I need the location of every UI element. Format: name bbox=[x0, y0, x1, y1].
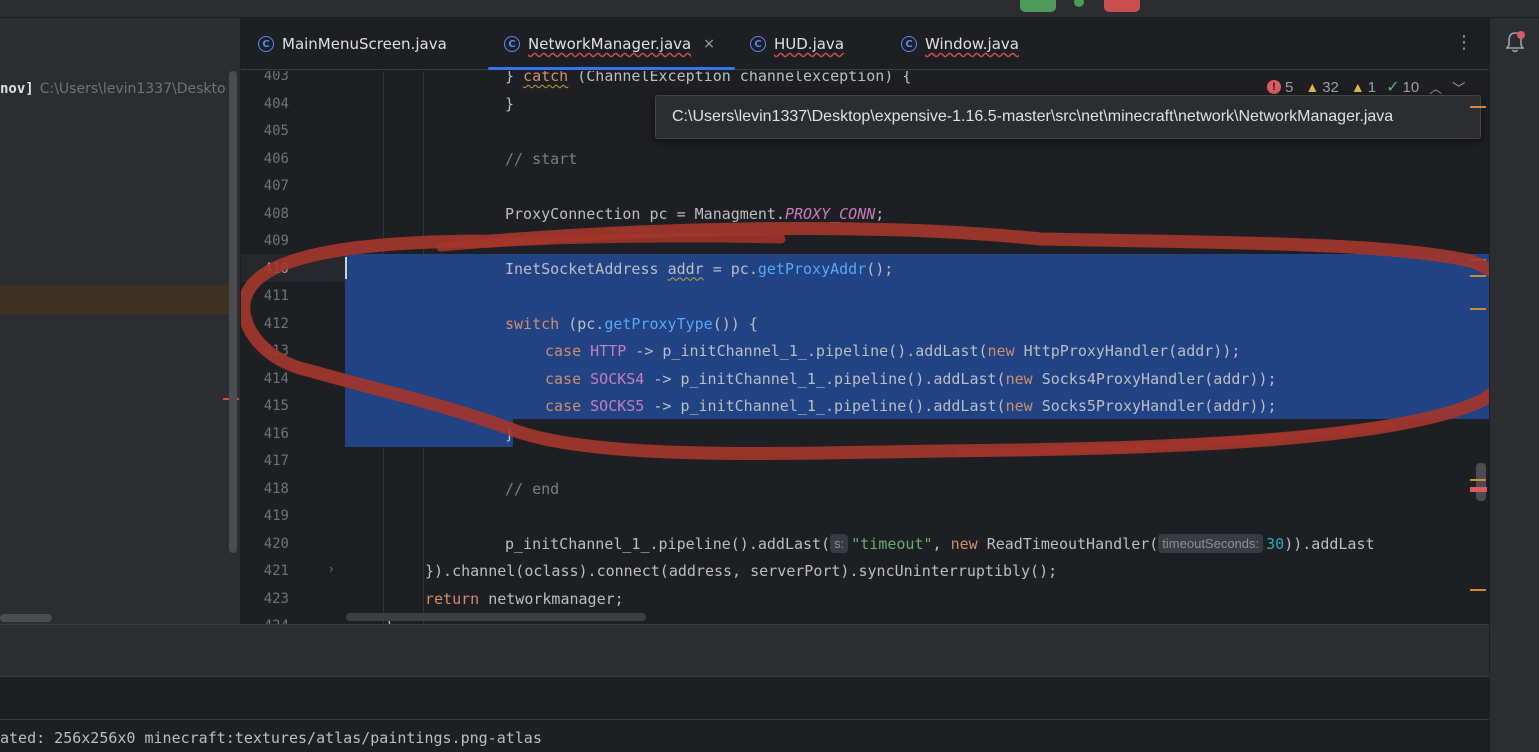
editor-tab-bar: C MainMenuScreen.java C NetworkManager.j… bbox=[241, 18, 1489, 70]
line-number: 420 bbox=[263, 535, 289, 552]
stripe-warning-mark[interactable] bbox=[1470, 308, 1486, 310]
status-dot-icon bbox=[1074, 0, 1084, 7]
code-line-423: return networkmanager; bbox=[425, 589, 624, 608]
code-line-406: // start bbox=[505, 149, 578, 168]
code-line-412: switch (pc.getProxyType()) { bbox=[505, 314, 758, 333]
editor-scrollbar-thumb[interactable] bbox=[1476, 463, 1486, 501]
active-tab-indicator bbox=[488, 67, 735, 70]
project-path: C:\Users\levin1337\Deskto bbox=[39, 81, 226, 97]
title-bar bbox=[0, 0, 1539, 18]
project-root-row[interactable]: nov] C:\Users\levin1337\Deskto bbox=[0, 81, 241, 101]
stripe-warning-mark[interactable] bbox=[1470, 275, 1486, 277]
previous-highlight-icon[interactable]: ︿ bbox=[1429, 78, 1442, 97]
code-line-408: ProxyConnection pc = Managment.PROXY_CON… bbox=[505, 204, 885, 223]
highlighted-tree-row[interactable] bbox=[0, 285, 236, 314]
ok-count: 10 bbox=[1402, 78, 1420, 96]
stop-button[interactable] bbox=[1104, 0, 1140, 12]
right-tool-strip bbox=[1489, 18, 1539, 752]
line-number: 413 bbox=[263, 343, 289, 359]
code-line-415: case SOCKS5 -> p_initChannel_1_.pipeline… bbox=[545, 397, 1277, 415]
line-number: 403 bbox=[263, 71, 289, 84]
code-line-404: } bbox=[505, 94, 515, 113]
console-divider bbox=[0, 719, 1489, 720]
line-number: 414 bbox=[263, 370, 289, 387]
close-tab-icon[interactable]: × bbox=[703, 36, 715, 52]
stripe-warning-mark[interactable] bbox=[1470, 106, 1486, 108]
text-caret bbox=[345, 257, 347, 279]
run-console-panel: ated: 256x256x0 minecraft:textures/atlas… bbox=[0, 624, 1489, 752]
check-icon: ✓ bbox=[1386, 79, 1400, 96]
weak-warning-icon: ▲ bbox=[1350, 79, 1365, 95]
line-number: 404 bbox=[263, 95, 289, 112]
fold-chevron-icon[interactable]: › bbox=[329, 562, 334, 576]
class-icon: C bbox=[258, 36, 274, 52]
line-number: 421 bbox=[263, 563, 289, 579]
code-line-416: } bbox=[505, 424, 515, 443]
project-vertical-scrollbar[interactable] bbox=[229, 71, 237, 553]
tab-overflow-menu-icon[interactable]: ⋮ bbox=[1455, 32, 1473, 53]
error-icon: ! bbox=[1267, 80, 1281, 94]
weak-warning-count: 1 bbox=[1367, 78, 1377, 96]
console-output-line: ated: 256x256x0 minecraft:textures/atlas… bbox=[0, 729, 542, 747]
line-number: 407 bbox=[263, 178, 289, 194]
line-number: 412 bbox=[263, 315, 289, 332]
line-number: 411 bbox=[263, 288, 289, 304]
line-number: 423 bbox=[263, 590, 289, 607]
class-icon: C bbox=[750, 36, 766, 52]
next-highlight-icon[interactable]: ﹀ bbox=[1452, 78, 1465, 97]
run-button[interactable] bbox=[1020, 0, 1056, 12]
code-line-421: }).channel(oclass).connect(address, serv… bbox=[425, 562, 1058, 580]
line-number-gutter: 403 404 405 406 407 408 409 410 411 412 … bbox=[241, 71, 342, 624]
notifications-bell-icon[interactable] bbox=[1504, 30, 1526, 54]
line-number: 417 bbox=[263, 453, 289, 469]
parameter-hint: timeoutSeconds: bbox=[1158, 533, 1264, 553]
project-name: nov] bbox=[0, 81, 34, 97]
line-number: 424 bbox=[241, 613, 289, 624]
stripe-warning-mark[interactable] bbox=[1470, 259, 1486, 261]
stripe-warning-mark[interactable] bbox=[1470, 589, 1486, 591]
line-number: 406 bbox=[263, 150, 289, 167]
parameter-hint: s: bbox=[830, 533, 849, 553]
tab-label: HUD.java bbox=[774, 35, 845, 53]
class-icon: C bbox=[901, 36, 917, 52]
stripe-warning-mark[interactable] bbox=[1470, 479, 1486, 481]
code-line-418: // end bbox=[505, 479, 560, 498]
project-horizontal-scrollbar[interactable] bbox=[0, 614, 52, 622]
tab-hud[interactable]: C HUD.java bbox=[750, 18, 844, 70]
class-icon: C bbox=[504, 36, 520, 52]
console-toolbar bbox=[0, 625, 1489, 677]
line-number: 409 bbox=[263, 233, 289, 249]
project-panel: nov] C:\Users\levin1337\Deskto bbox=[0, 18, 241, 625]
file-path-tooltip: C:\Users\levin1337\Desktop\expensive-1.1… bbox=[655, 95, 1481, 139]
code-line-403: } catch (ChannelException channelexcepti… bbox=[505, 71, 912, 85]
stripe-error-mark[interactable] bbox=[1470, 487, 1487, 492]
code-editor[interactable]: 403 404 405 406 407 408 409 410 411 412 … bbox=[241, 71, 1489, 624]
editor-horizontal-scrollbar[interactable] bbox=[346, 613, 646, 621]
code-line-420: p_initChannel_1_.pipeline().addLast(s: "t… bbox=[505, 533, 1375, 553]
line-number: 410 bbox=[263, 260, 289, 277]
line-number: 408 bbox=[263, 205, 289, 222]
code-selection-end bbox=[345, 419, 513, 447]
code-line-414: case SOCKS4 -> p_initChannel_1_.pipeline… bbox=[545, 369, 1277, 388]
tab-label: NetworkManager.java bbox=[528, 35, 692, 53]
code-line-410: InetSocketAddress addr = pc.getProxyAddr… bbox=[505, 259, 894, 278]
warning-icon: ▲ bbox=[1305, 79, 1320, 95]
line-number: 416 bbox=[263, 425, 289, 442]
error-count: 5 bbox=[1285, 78, 1294, 96]
line-number: 418 bbox=[263, 480, 289, 497]
tab-mainmenuscreen[interactable]: C MainMenuScreen.java bbox=[258, 18, 447, 70]
tab-window[interactable]: C Window.java bbox=[901, 18, 1019, 70]
tab-label: MainMenuScreen.java bbox=[282, 35, 447, 53]
line-number: 415 bbox=[263, 398, 289, 414]
tab-networkmanager[interactable]: C NetworkManager.java × bbox=[504, 18, 715, 70]
inspections-widget[interactable]: ! 5 ▲ 32 ▲ 1 ✓ 10 ︿ ﹀ bbox=[1267, 77, 1465, 97]
tab-label: Window.java bbox=[925, 35, 1019, 53]
line-number: 419 bbox=[263, 508, 289, 524]
code-line-413: case HTTP -> p_initChannel_1_.pipeline()… bbox=[545, 342, 1241, 360]
warning-count: 32 bbox=[1322, 78, 1339, 96]
line-number: 405 bbox=[263, 123, 289, 139]
